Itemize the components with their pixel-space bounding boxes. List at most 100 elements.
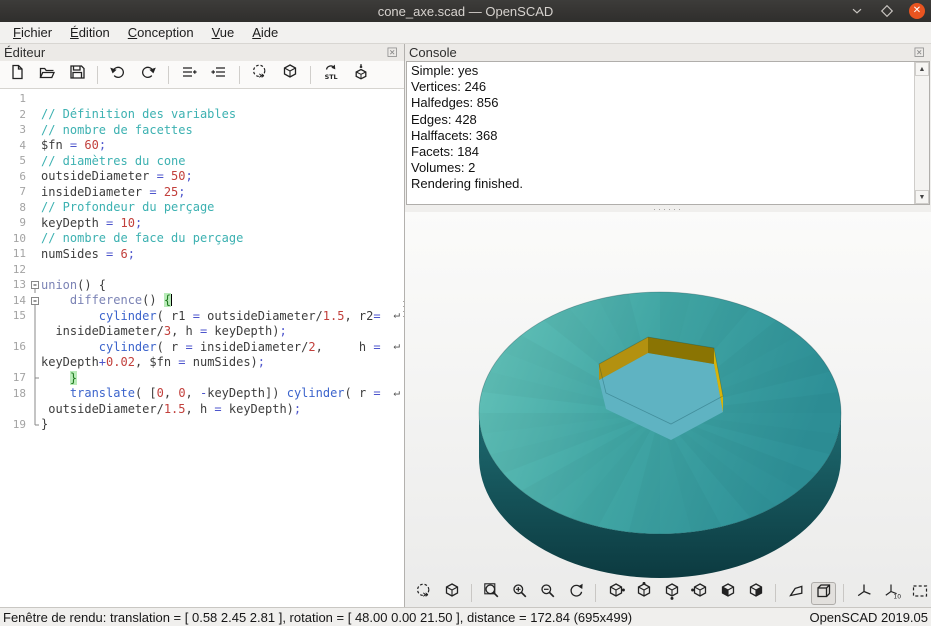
redo-icon — [139, 63, 157, 86]
code-line: 1 — [0, 91, 404, 107]
indent-button[interactable] — [206, 63, 232, 87]
new-file-button[interactable] — [4, 63, 30, 87]
view-all-button[interactable] — [907, 582, 931, 605]
menu-conception[interactable]: Conception — [119, 23, 203, 42]
menu-aide[interactable]: Aide — [243, 23, 287, 42]
console-line: Simple: yes — [411, 63, 925, 79]
console-close-button[interactable] — [913, 46, 927, 60]
toolbar-separator — [595, 584, 596, 602]
code-line: 17 } — [0, 370, 404, 386]
text-cursor — [171, 294, 172, 306]
redo-button[interactable] — [135, 63, 161, 87]
view-top-button[interactable] — [631, 582, 656, 605]
code-line: 6outsideDiameter = 50; — [0, 169, 404, 185]
print-3d-button[interactable] — [348, 63, 374, 87]
toolbar-separator — [775, 584, 776, 602]
code-text: // diamètres du cone — [41, 154, 404, 168]
code-text: insideDiameter = 25; — [41, 185, 404, 199]
indent-icon — [210, 63, 228, 86]
code-text: insideDiameter/3, h = keyDepth); — [41, 324, 404, 338]
render-button[interactable] — [439, 582, 464, 605]
line-wrap-icon: ↵ — [393, 386, 400, 399]
view-front-button[interactable] — [715, 582, 740, 605]
zoom-out-button[interactable] — [535, 582, 560, 605]
fold-marker-icon[interactable] — [30, 277, 41, 293]
line-number: 17 — [0, 371, 30, 384]
console-title: Console — [409, 45, 913, 60]
fold-margin — [30, 339, 41, 355]
open-icon — [38, 63, 56, 86]
console-header: Console — [405, 44, 931, 61]
maximize-button[interactable] — [879, 3, 895, 19]
code-text: $fn = 60; — [41, 138, 404, 152]
horizontal-splitter[interactable]: ······ — [405, 205, 931, 212]
vertical-splitter-handle[interactable]: ···· — [402, 299, 406, 319]
code-line: 18 translate( [0, 0, -keyDepth]) cylinde… — [0, 386, 404, 402]
status-version: OpenSCAD 2019.05 — [809, 610, 928, 625]
code-line: insideDiameter/3, h = keyDepth); — [0, 324, 404, 340]
open-button[interactable] — [34, 63, 60, 87]
code-line: 7 insideDiameter = 25; — [0, 184, 404, 200]
preview-button[interactable]: » — [411, 582, 436, 605]
console-scrollbar[interactable]: ▲ ▼ — [914, 62, 929, 204]
view-left-button[interactable] — [687, 582, 712, 605]
render-icon — [443, 582, 461, 605]
openscad-window: cone_axe.scad — OpenSCAD ✕ FichierÉditio… — [0, 0, 931, 626]
preview-icon: » — [251, 63, 269, 86]
close-button[interactable]: ✕ — [909, 3, 925, 19]
line-number: 16 — [0, 340, 30, 353]
fold-margin — [30, 262, 41, 278]
view-right-button[interactable] — [603, 582, 628, 605]
menu-fichier[interactable]: Fichier — [4, 23, 61, 42]
menu-vue[interactable]: Vue — [203, 23, 244, 42]
show-axes-button[interactable] — [851, 582, 876, 605]
fold-margin — [30, 138, 41, 154]
code-line: outsideDiameter/1.5, h = keyDepth); — [0, 401, 404, 417]
fold-marker-icon[interactable] — [30, 293, 41, 309]
preview-button[interactable]: » — [247, 63, 273, 87]
code-text: keyDepth+0.02, $fn = numSides); — [41, 355, 404, 369]
toolbar-separator — [168, 66, 169, 84]
code-line: 8// Profondeur du perçage — [0, 200, 404, 216]
zoom-all-button[interactable] — [479, 582, 504, 605]
code-editor[interactable]: 12// Définition des variables3// nombre … — [0, 89, 404, 607]
line-number: 19 — [0, 418, 30, 431]
editor-close-button[interactable] — [386, 46, 400, 60]
save-icon — [68, 63, 86, 86]
minimize-button[interactable] — [849, 3, 865, 19]
console-line: Vertices: 246 — [411, 79, 925, 95]
view-toolbar: » 10 — [411, 581, 931, 605]
line-number: 13 — [0, 278, 30, 291]
show-scale-markers-button[interactable]: 10 — [879, 582, 904, 605]
save-button[interactable] — [64, 63, 90, 87]
fold-margin — [30, 355, 41, 371]
export-stl-button[interactable]: STL — [318, 63, 344, 87]
show-axes-icon — [855, 582, 873, 605]
titlebar[interactable]: cone_axe.scad — OpenSCAD ✕ — [0, 0, 931, 22]
scroll-down-icon[interactable]: ▼ — [915, 190, 929, 204]
view-back-button[interactable] — [743, 582, 768, 605]
view-bottom-button[interactable] — [659, 582, 684, 605]
scroll-up-icon[interactable]: ▲ — [915, 62, 929, 76]
fold-margin — [30, 107, 41, 123]
view-top-icon — [635, 582, 653, 605]
zoom-in-button[interactable] — [507, 582, 532, 605]
line-number: 7 — [0, 185, 30, 198]
code-text: keyDepth = 10; — [41, 216, 404, 230]
menu-edition[interactable]: Édition — [61, 23, 119, 42]
splitter-handle[interactable]: ······ — [653, 207, 683, 211]
code-line: 5// diamètres du cone — [0, 153, 404, 169]
line-number: 15 — [0, 309, 30, 322]
svg-text:10: 10 — [893, 593, 901, 599]
code-text: // nombre de face du perçage — [41, 231, 404, 245]
render-button[interactable] — [277, 63, 303, 87]
unindent-button[interactable] — [176, 63, 202, 87]
fold-margin — [30, 231, 41, 247]
undo-button[interactable] — [105, 63, 131, 87]
reset-view-button[interactable] — [563, 582, 588, 605]
3d-viewport[interactable]: » 10 — [405, 212, 931, 607]
orthographic-button[interactable] — [811, 582, 836, 605]
perspective-button[interactable] — [783, 582, 808, 605]
line-wrap-icon: ↵ — [393, 339, 400, 352]
code-line: 3// nombre de facettes — [0, 122, 404, 138]
